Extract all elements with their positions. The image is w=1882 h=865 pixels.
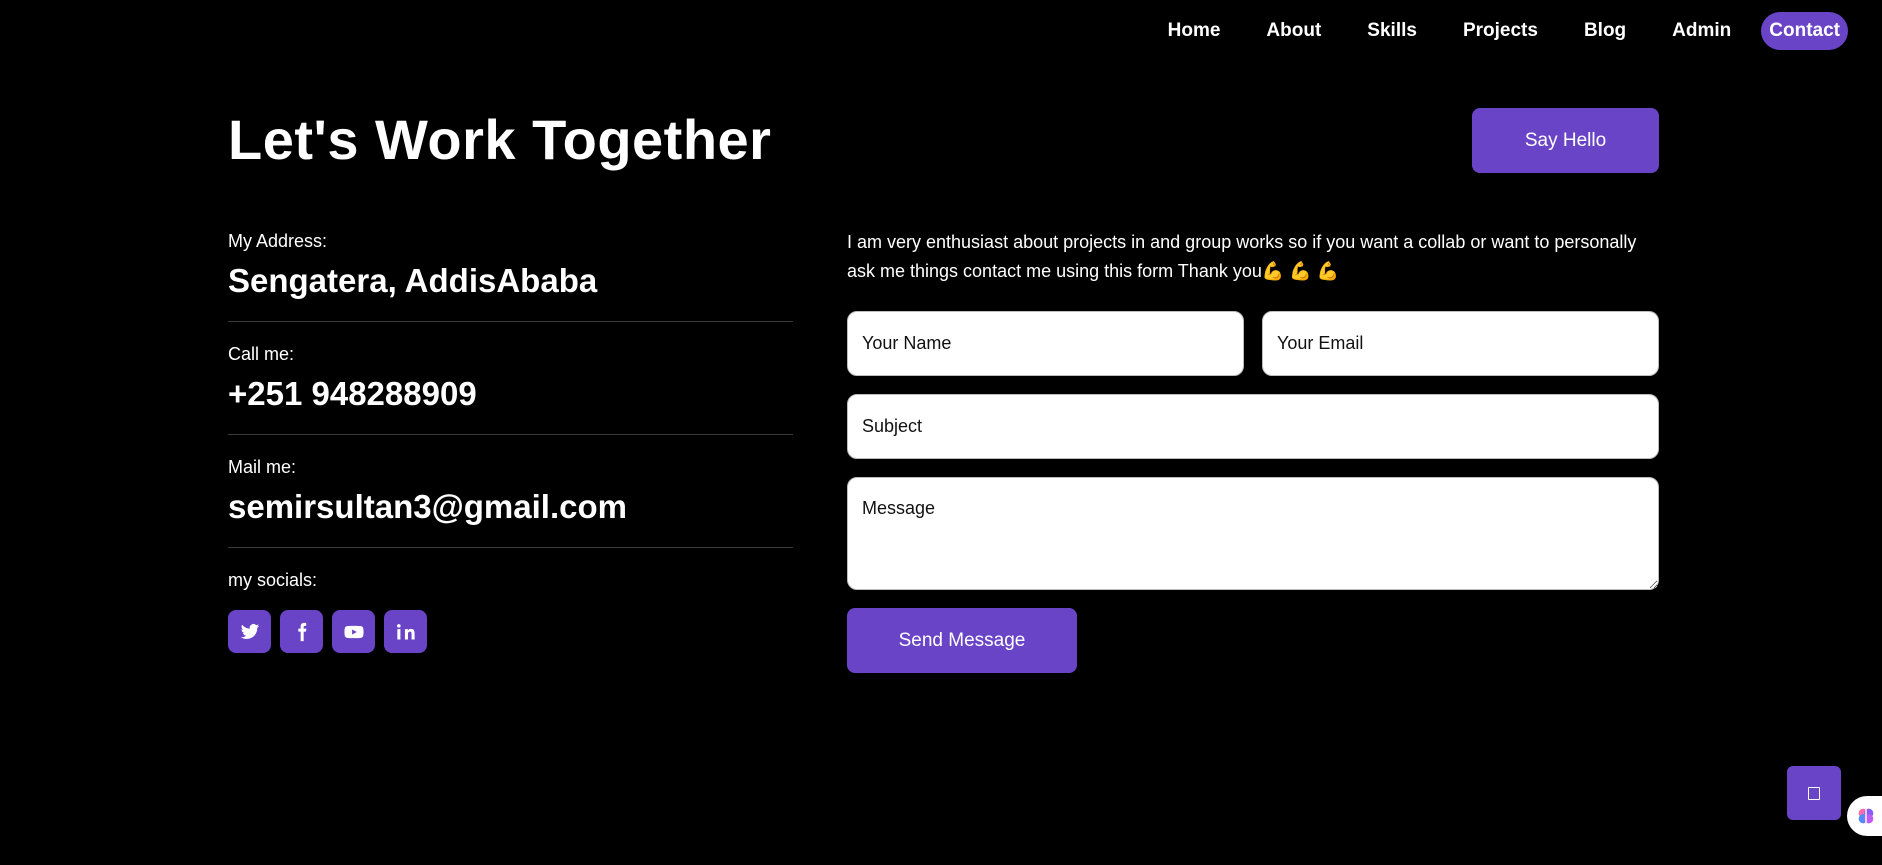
nav-blog[interactable]: Blog [1568, 12, 1642, 50]
email-input[interactable] [1262, 311, 1659, 376]
address-value: Sengatera, AddisAbaba [228, 262, 598, 299]
subject-row [847, 394, 1659, 459]
facebook-button[interactable] [280, 610, 323, 653]
linkedin-icon [396, 623, 415, 639]
message-input[interactable] [847, 477, 1659, 590]
floating-action-button[interactable] [1787, 766, 1841, 820]
twitter-icon [240, 623, 259, 639]
send-message-button[interactable]: Send Message [847, 608, 1077, 673]
youtube-icon [343, 625, 364, 638]
facebook-icon [297, 622, 306, 641]
nav-home[interactable]: Home [1152, 12, 1237, 50]
form-intro: I am very enthusiast about projects in a… [847, 232, 1637, 281]
mail-label: Mail me: [228, 457, 297, 477]
contact-info: My Address: Sengatera, AddisAbaba Call m… [228, 229, 793, 653]
phone-value: +251 948288909 [228, 375, 477, 412]
address-block: My Address: Sengatera, AddisAbaba [228, 229, 793, 322]
mail-value: semirsultan3@gmail.com [228, 488, 627, 525]
say-hello-button[interactable]: Say Hello [1472, 108, 1659, 173]
linkedin-button[interactable] [384, 610, 427, 653]
brain-icon [1858, 808, 1874, 824]
twitter-button[interactable] [228, 610, 271, 653]
phone-label: Call me: [228, 344, 295, 364]
mail-block: Mail me: semirsultan3@gmail.com [228, 455, 793, 548]
youtube-button[interactable] [332, 610, 375, 653]
name-input[interactable] [847, 311, 1244, 376]
nav-contact[interactable]: Contact [1761, 12, 1848, 50]
extension-badge[interactable] [1847, 796, 1882, 836]
page-title: Let's Work Together [228, 108, 772, 171]
nav-admin[interactable]: Admin [1656, 12, 1747, 50]
phone-block: Call me: +251 948288909 [228, 342, 793, 435]
nav-projects[interactable]: Projects [1447, 12, 1554, 50]
nav-skills[interactable]: Skills [1351, 12, 1433, 50]
social-links [228, 610, 793, 653]
square-icon [1808, 786, 1820, 800]
socials-label: my socials: [228, 570, 318, 590]
nav-about[interactable]: About [1250, 12, 1337, 50]
contact-form: I am very enthusiast about projects in a… [847, 228, 1659, 673]
name-email-row [847, 311, 1659, 376]
address-label: My Address: [228, 231, 328, 251]
subject-input[interactable] [847, 394, 1659, 459]
top-nav: Home About Skills Projects Blog Admin Co… [1152, 12, 1848, 50]
